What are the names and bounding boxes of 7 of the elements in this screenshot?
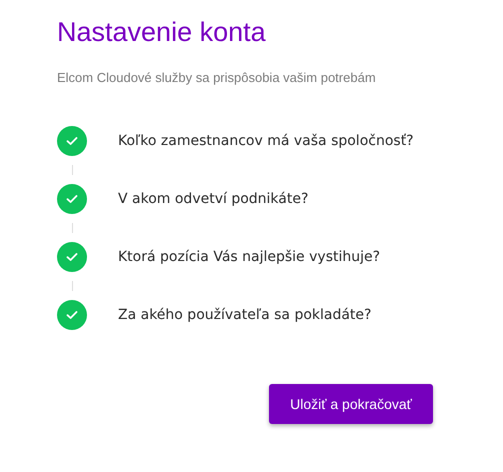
step-label: Za akého používateľa sa pokladáte? [118, 307, 372, 323]
subtitle: Elcom Cloudové služby sa prispôsobia vašim potrebám [57, 70, 377, 85]
save-continue-button[interactable]: Uložiť a pokračovať [269, 384, 433, 424]
step-label: Ktorá pozícia Vás najlepšie vystihuje? [118, 249, 380, 265]
step-label: V akom odvetví podnikáte? [118, 191, 308, 207]
page-title: Nastavenie konta [57, 16, 267, 49]
step-label: Koľko zamestnancov má vaša spoločnosť? [118, 133, 414, 149]
